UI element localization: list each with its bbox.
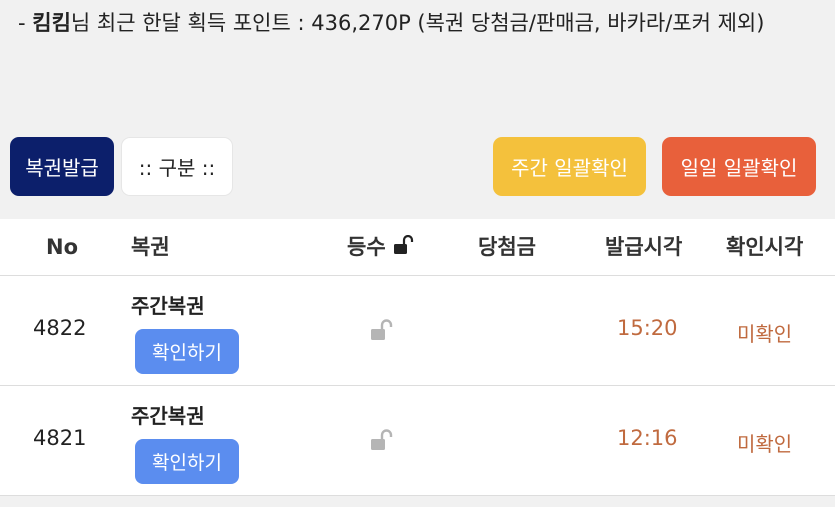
row-check-status: 미확인 [737,322,793,346]
row-lottery-type: 주간복권 [131,294,205,318]
notice-username: 킴킴 [32,11,71,35]
daily-bulk-check-button[interactable]: 일일 일괄확인 [662,137,816,196]
table-header: No 복권 등수 당첨금 발급시각 확인시각 [0,219,835,276]
category-filter-select[interactable]: :: 구분 :: [121,137,233,196]
confirm-button[interactable]: 확인하기 [135,439,239,484]
table-row: 4821 주간복권 확인하기 12:16 미확인 [0,386,835,496]
weekly-bulk-check-button[interactable]: 주간 일괄확인 [493,137,646,196]
header-lottery: 복권 [131,235,170,259]
header-rank[interactable]: 등수 [347,219,415,275]
header-no: No [46,235,79,259]
lottery-table: No 복권 등수 당첨금 발급시각 확인시각 4822 주간복권 확인하기 15… [0,219,835,496]
row-check-status: 미확인 [737,432,793,456]
row-no: 4821 [33,426,87,450]
header-checked-time: 확인시각 [726,235,804,259]
confirm-button[interactable]: 확인하기 [135,329,239,374]
notice-prefix: - [18,11,33,35]
row-no: 4822 [33,316,87,340]
notice-text: 님 최근 한달 획득 포인트 : 436,270P (복권 당첨금/판매금, 바… [70,11,765,35]
issue-lottery-button[interactable]: 복권발급 [10,137,114,196]
unlock-icon [371,429,393,450]
header-prize: 당첨금 [478,235,536,259]
unlock-icon [371,319,393,340]
row-lottery-type: 주간복권 [131,404,205,428]
points-notice: - 킴킴님 최근 한달 획득 포인트 : 436,270P (복권 당첨금/판매… [18,0,818,46]
row-issued-time: 15:20 [617,316,678,340]
header-rank-label: 등수 [347,235,386,259]
row-issued-time: 12:16 [617,426,678,450]
table-row: 4822 주간복권 확인하기 15:20 미확인 [0,276,835,386]
header-issued-time: 발급시각 [605,235,683,259]
unlock-icon [393,234,414,254]
